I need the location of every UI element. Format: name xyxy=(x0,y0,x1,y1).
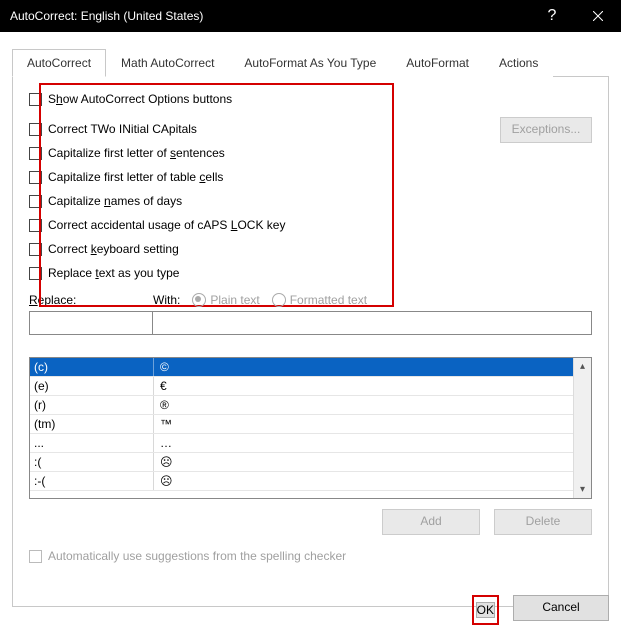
label-replace-type: Replace text as you type xyxy=(48,266,179,280)
list-row[interactable]: :(☹ xyxy=(30,453,573,472)
label-show-options: Show AutoCorrect Options buttons xyxy=(48,92,232,106)
help-button[interactable]: ? xyxy=(529,0,575,32)
add-button[interactable]: Add xyxy=(382,509,480,535)
tab-math-autocorrect[interactable]: Math AutoCorrect xyxy=(106,49,229,77)
label-first-sentence: Capitalize first letter of sentences xyxy=(48,146,225,160)
replace-input[interactable] xyxy=(29,311,153,335)
list-cell-replace: (c) xyxy=(30,358,154,376)
list-row[interactable]: (c)© xyxy=(30,358,573,377)
with-label: With: xyxy=(153,293,180,307)
scroll-up-icon[interactable]: ▴ xyxy=(574,358,591,375)
tab-autoformat[interactable]: AutoFormat xyxy=(391,49,484,77)
window-title: AutoCorrect: English (United States) xyxy=(10,9,529,23)
radio-plain-text[interactable] xyxy=(192,293,206,307)
dialog-footer: OK Cancel xyxy=(472,595,609,625)
label-two-initial: Correct TWo INitial CApitals xyxy=(48,122,197,136)
autocorrect-dialog: AutoCorrect: English (United States) ? A… xyxy=(0,0,621,635)
list-row[interactable]: (r)® xyxy=(30,396,573,415)
exceptions-button[interactable]: Exceptions... xyxy=(500,117,592,143)
radio-formatted-text[interactable] xyxy=(272,293,286,307)
list-cell-replace: (tm) xyxy=(30,415,154,433)
checkbox-caps-lock[interactable] xyxy=(29,219,42,232)
list-cell-replace: :-( xyxy=(30,472,154,490)
checkbox-first-sentence[interactable] xyxy=(29,147,42,160)
label-names-days: Capitalize names of days xyxy=(48,194,182,208)
label-caps-lock: Correct accidental usage of cAPS LOCK ke… xyxy=(48,218,285,232)
checkbox-keyboard[interactable] xyxy=(29,243,42,256)
replace-label: Replace: xyxy=(29,293,76,307)
radio-formatted-text-label: Formatted text xyxy=(290,293,367,307)
list-cell-with: ☹ xyxy=(154,453,573,471)
list-row[interactable]: ...… xyxy=(30,434,573,453)
list-scrollbar[interactable]: ▴ ▾ xyxy=(573,358,591,498)
list-cell-replace: ... xyxy=(30,434,154,452)
close-button[interactable] xyxy=(575,0,621,32)
close-icon xyxy=(593,11,603,21)
ok-button[interactable]: OK xyxy=(476,602,495,618)
cancel-button[interactable]: Cancel xyxy=(513,595,609,621)
list-cell-with: ™ xyxy=(154,415,573,433)
titlebar: AutoCorrect: English (United States) ? xyxy=(0,0,621,32)
radio-plain-text-label: Plain text xyxy=(210,293,259,307)
label-keyboard: Correct keyboard setting xyxy=(48,242,179,256)
list-row[interactable]: (e)€ xyxy=(30,377,573,396)
tab-body: Show AutoCorrect Options buttons Correct… xyxy=(12,77,609,607)
list-cell-replace: (r) xyxy=(30,396,154,414)
checkbox-auto-suggestions[interactable] xyxy=(29,550,42,563)
list-cell-with: ® xyxy=(154,396,573,414)
list-cell-with: … xyxy=(154,434,573,452)
label-auto-suggestions: Automatically use suggestions from the s… xyxy=(48,549,346,563)
replace-list[interactable]: (c)©(e)€(r)®(tm)™...…:(☹:-(☹ ▴ ▾ xyxy=(29,357,592,499)
checkbox-show-options[interactable] xyxy=(29,93,42,106)
checkbox-two-initial[interactable] xyxy=(29,123,42,136)
list-cell-replace: (e) xyxy=(30,377,154,395)
checkbox-names-days[interactable] xyxy=(29,195,42,208)
delete-button[interactable]: Delete xyxy=(494,509,592,535)
list-cell-with: © xyxy=(154,358,573,376)
tab-strip: AutoCorrect Math AutoCorrect AutoFormat … xyxy=(12,48,609,77)
list-row[interactable]: :-(☹ xyxy=(30,472,573,491)
checkbox-first-table[interactable] xyxy=(29,171,42,184)
checkbox-replace-type[interactable] xyxy=(29,267,42,280)
tab-actions[interactable]: Actions xyxy=(484,49,553,77)
scroll-down-icon[interactable]: ▾ xyxy=(574,481,591,498)
tab-autoformat-as-you-type[interactable]: AutoFormat As You Type xyxy=(229,49,391,77)
with-input[interactable] xyxy=(153,311,592,335)
list-cell-with: ☹ xyxy=(154,472,573,490)
label-first-table: Capitalize first letter of table cells xyxy=(48,170,223,184)
highlight-annotation-ok: OK xyxy=(472,595,499,625)
list-row[interactable]: (tm)™ xyxy=(30,415,573,434)
list-cell-replace: :( xyxy=(30,453,154,471)
list-cell-with: € xyxy=(154,377,573,395)
tab-autocorrect[interactable]: AutoCorrect xyxy=(12,49,106,77)
